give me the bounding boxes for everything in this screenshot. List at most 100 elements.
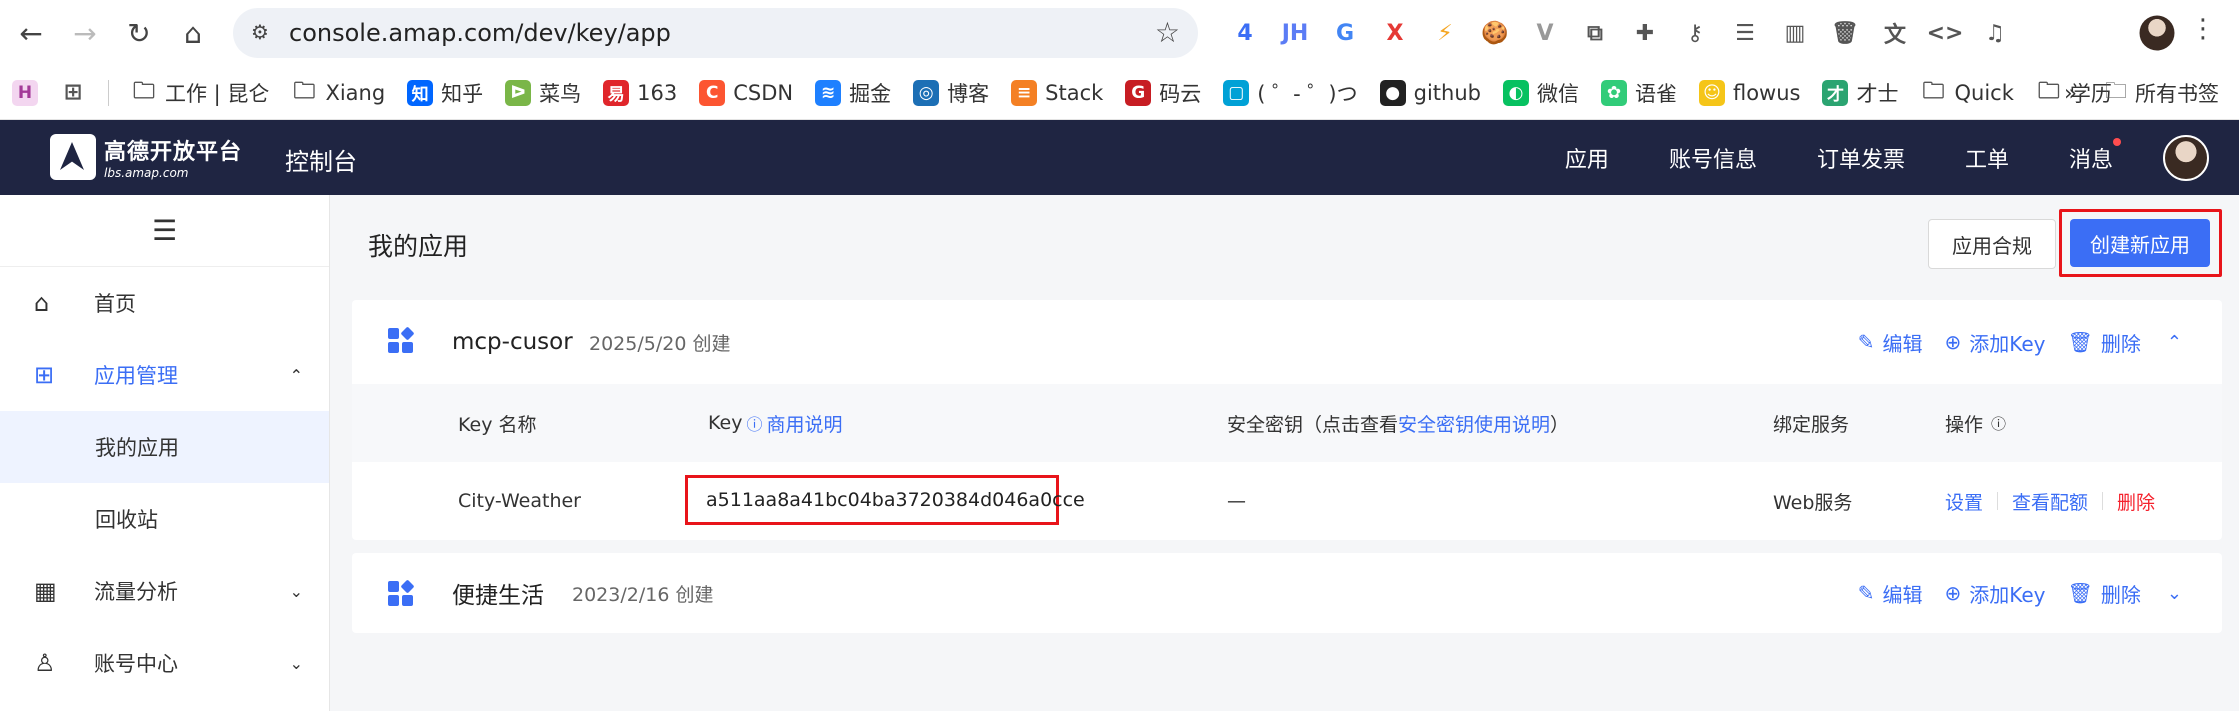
quota-link[interactable]: 查看配额 xyxy=(2012,488,2088,515)
bookmark-item[interactable]: 🗀 工作 | 昆仑 xyxy=(131,78,269,108)
delete-label: 删除 xyxy=(2100,331,2141,356)
hamburger-icon[interactable]: ☰ xyxy=(0,195,329,267)
sidebar-item-traffic[interactable]: ▦ 流量分析 ⌄ xyxy=(0,555,329,627)
menu-kebab-icon[interactable]: ⋮ xyxy=(2190,14,2216,44)
media-icon[interactable]: ♫ xyxy=(1970,8,2020,58)
site-header: 高德开放平台 lbs.amap.com 控制台 应用 账号信息 订单发票 工单 … xyxy=(0,120,2239,195)
bookmark-label: 才士 xyxy=(1856,81,1899,106)
sidebar-item-app-mgmt[interactable]: ⊞ 应用管理 ⌃ xyxy=(0,339,329,411)
jh-ext-icon[interactable]: JH xyxy=(1270,8,1320,58)
code-icon[interactable]: <> xyxy=(1920,8,1970,58)
bookmark-item[interactable]: ☺ flowus xyxy=(1698,79,1800,106)
bookmark-item[interactable]: 知知乎 xyxy=(407,78,483,108)
speed-ext-icon[interactable]: ⚡ xyxy=(1420,8,1470,58)
bookmark-star-icon[interactable]: ☆ xyxy=(1155,16,1180,49)
profile-avatar[interactable] xyxy=(2139,15,2175,51)
x-ext-icon[interactable]: X xyxy=(1370,8,1420,58)
sidepanel-icon[interactable]: ▥ xyxy=(1770,8,1820,58)
menu-apps[interactable]: 应用 xyxy=(1565,142,1609,174)
amap-logo[interactable]: 高德开放平台 lbs.amap.com xyxy=(50,134,242,180)
chevron-down-icon: ⌄ xyxy=(289,653,303,673)
bookmark-item[interactable]: G 码云 xyxy=(1125,78,1201,108)
bookmark-item[interactable]: C CSDN xyxy=(699,79,793,106)
bookmark-item[interactable]: ≡ Stack xyxy=(1011,79,1103,106)
col-key-label: Key xyxy=(708,412,743,434)
bookmark-label: 博客 xyxy=(947,81,990,106)
home-icon[interactable]: ⌂ xyxy=(166,6,220,60)
chevron-down-icon[interactable]: ⌄ xyxy=(2167,583,2182,604)
puzzle-icon[interactable]: ✚ xyxy=(1620,8,1670,58)
bookmark-item[interactable]: ▢ ( ゜- ゜)つ xyxy=(1223,78,1358,108)
add-key-button[interactable]: ⊕ 添加Key xyxy=(1944,328,2045,357)
api-key-value[interactable]: a511aa8a41bc04ba3720384d046a0cce xyxy=(685,475,1085,525)
delete-key-link[interactable]: 删除 xyxy=(2117,488,2155,515)
folder-icon: 🗀 xyxy=(293,78,316,104)
app-actions: ✎ 编辑 ⊕ 添加Key 🗑 删除 ⌃ xyxy=(1858,328,2182,357)
all-bookmarks[interactable]: 🗀 所有书签 xyxy=(2105,74,2219,112)
extensions-icon[interactable]: ⧉ xyxy=(1570,8,1620,58)
app-icon xyxy=(388,579,415,607)
bookmark-item[interactable]: ◐ 微信 xyxy=(1502,78,1579,108)
sidebar-item-recycle[interactable]: 回收站 xyxy=(0,483,329,555)
address-bar[interactable]: ⚙ console.amap.com/dev/key/app ☆ xyxy=(233,8,1198,58)
apps-grid[interactable]: ⊞ xyxy=(60,80,86,106)
more-bookmarks-icon[interactable]: » xyxy=(2064,81,2077,105)
trash-icon[interactable]: 🗑 xyxy=(1820,8,1870,58)
bookmark-favicon-icon: ᐅ xyxy=(505,79,532,106)
create-app-button[interactable]: 创建新应用 xyxy=(2070,219,2210,267)
bookmark-item[interactable]: 易 163 xyxy=(603,79,678,106)
cookie-ext-icon[interactable]: 🍪 xyxy=(1470,8,1520,58)
info-icon[interactable]: ⓘ xyxy=(1991,413,2006,434)
sidebar-item-my-apps[interactable]: 我的应用 xyxy=(0,411,329,483)
add-key-button[interactable]: ⊕ 添加Key xyxy=(1944,579,2045,608)
settings-link[interactable]: 设置 xyxy=(1945,488,1983,515)
ext-badge-icon[interactable]: 4 xyxy=(1220,8,1270,58)
create-button-highlight: 创建新应用 xyxy=(2059,209,2222,277)
translate-ext-icon[interactable]: G xyxy=(1320,8,1370,58)
sidebar-item-account[interactable]: ♙ 账号中心 ⌄ xyxy=(0,627,329,699)
unread-dot xyxy=(2113,137,2121,146)
reload-icon[interactable]: ↻ xyxy=(112,6,166,60)
bookmark-label: 163 xyxy=(637,80,678,105)
vue-ext-icon[interactable]: V xyxy=(1520,8,1570,58)
bookmark-item[interactable]: ᐅ 菜鸟 xyxy=(505,78,581,108)
menu-invoices[interactable]: 订单发票 xyxy=(1817,142,1905,174)
app-name: mcp-cusor xyxy=(452,329,573,355)
trash-icon: 🗑 xyxy=(2067,581,2093,605)
forward-icon[interactable]: → xyxy=(58,6,112,60)
bookmark-item[interactable]: 🗀 Xiang xyxy=(291,78,385,106)
bookmark-item[interactable]: ✿ 语雀 xyxy=(1600,78,1677,108)
site-info-icon[interactable]: ⚙ xyxy=(251,20,277,46)
bookmark-label: 语雀 xyxy=(1634,81,1677,106)
console-title: 控制台 xyxy=(285,148,357,176)
user-avatar[interactable] xyxy=(2163,134,2209,181)
secret-usage-link[interactable]: 安全密钥使用说明 xyxy=(1398,410,1550,437)
bookmark-h[interactable]: H xyxy=(12,79,38,106)
edit-app-button[interactable]: ✎ 编辑 xyxy=(1858,579,1923,608)
chevron-up-icon[interactable]: ⌃ xyxy=(2167,332,2182,353)
col-key-name: Key 名称 xyxy=(458,413,537,436)
key-name-cell: City-Weather xyxy=(458,490,581,512)
bookmark-item[interactable]: 🗀 Quick xyxy=(1920,79,2013,106)
bookmark-item[interactable]: 才才士 xyxy=(1822,78,1898,108)
back-icon[interactable]: ← xyxy=(4,6,58,60)
bookmark-favicon-icon: 才 xyxy=(1822,79,1849,106)
bookmark-item[interactable]: ● github xyxy=(1379,79,1481,106)
reading-list-icon[interactable]: ☰ xyxy=(1720,8,1770,58)
commercial-note-link[interactable]: 商用说明 xyxy=(766,410,842,437)
bookmark-item[interactable]: ≋ 掘金 xyxy=(815,78,891,108)
bookmark-list: 🗀 工作 | 昆仑 🗀 Xiang 知知乎 ᐅ 菜鸟易 163 C CSDN ≋ 掘金 ◎ 博客 ≡ Stac… xyxy=(131,78,2134,108)
compliance-button[interactable]: 应用合规 xyxy=(1928,219,2056,269)
menu-tickets[interactable]: 工单 xyxy=(1965,142,2009,174)
sidebar-item-home[interactable]: ⌂ 首页 xyxy=(0,267,329,339)
menu-account[interactable]: 账号信息 xyxy=(1669,142,1757,174)
menu-messages[interactable]: 消息 xyxy=(2069,137,2121,174)
col-secret-prefix: 安全密钥（点击查看 xyxy=(1227,413,1399,436)
key-icon[interactable]: ⚷ xyxy=(1670,8,1720,58)
delete-app-button[interactable]: 🗑 删除 xyxy=(2068,328,2141,357)
translate-page-icon[interactable]: 文 xyxy=(1870,8,1920,58)
delete-label: 删除 xyxy=(2100,582,2141,607)
delete-app-button[interactable]: 🗑 删除 xyxy=(2068,579,2141,608)
edit-app-button[interactable]: ✎ 编辑 xyxy=(1858,328,1923,357)
bookmark-item[interactable]: ◎ 博客 xyxy=(913,78,989,108)
